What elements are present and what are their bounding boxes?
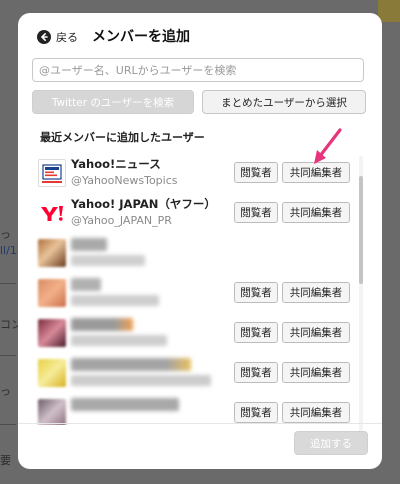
user-handle: @Yahoo_JAPAN_PR [71, 214, 172, 227]
redacted-name [71, 238, 107, 251]
user-search-input[interactable]: @ユーザー名、URLからユーザーを検索 [32, 58, 364, 82]
background-divider [0, 355, 16, 356]
dialog-title: メンバーを追加 [92, 29, 190, 45]
user-handle: @YahooNewsTopics [71, 174, 178, 187]
viewer-role-button[interactable]: 閲覧者 [234, 162, 278, 183]
editor-role-button[interactable]: 共同編集者 [282, 202, 350, 223]
list-item: Yahoo! JAPAN（ヤフー） @Yahoo_JAPAN_PR 閲覧者 共同… [18, 193, 382, 233]
editor-role-button[interactable]: 共同編集者 [282, 282, 350, 303]
viewer-role-button[interactable]: 閲覧者 [234, 322, 278, 343]
viewer-role-button[interactable]: 閲覧者 [234, 282, 278, 303]
redacted-name [71, 398, 179, 411]
redacted-name [71, 278, 101, 291]
avatar [38, 239, 66, 267]
avatar [38, 319, 66, 347]
yahoo-japan-logo-icon [41, 206, 63, 221]
background-divider [0, 283, 16, 284]
editor-role-button[interactable]: 共同編集者 [282, 362, 350, 383]
avatar [38, 399, 66, 425]
select-from-collection-button[interactable]: まとめたユーザーから選択 [202, 90, 366, 114]
list-item: 閲覧者 共同編集者 [18, 353, 382, 393]
pointer-arrow-icon [314, 128, 342, 164]
list-item: 閲覧者 共同編集者 [18, 273, 382, 313]
recent-members-heading: 最近メンバーに追加したユーザー [40, 131, 205, 144]
editor-role-button[interactable]: 共同編集者 [282, 402, 350, 423]
redacted-handle [71, 375, 211, 386]
list-scrollbar[interactable] [359, 156, 363, 440]
viewer-role-button[interactable]: 閲覧者 [234, 202, 278, 223]
redacted-name [71, 318, 133, 331]
editor-role-button[interactable]: 共同編集者 [282, 322, 350, 343]
redacted-handle [71, 255, 145, 266]
back-button[interactable]: 戻る [37, 29, 78, 45]
list-item: 閲覧者 共同編集者 [18, 393, 382, 425]
back-label: 戻る [56, 31, 78, 44]
redacted-handle [71, 335, 167, 346]
dialog-header: 戻る メンバーを追加 [18, 13, 382, 59]
scrollbar-thumb[interactable] [359, 176, 363, 284]
list-item: 閲覧者 共同編集者 [18, 313, 382, 353]
avatar [38, 359, 66, 387]
user-name: Yahoo!ニュース [71, 157, 161, 171]
twitter-user-search-button[interactable]: Twitter のユーザーを検索 [32, 90, 194, 114]
background-text: っ [0, 228, 11, 241]
viewer-role-button[interactable]: 閲覧者 [234, 362, 278, 383]
arrow-left-icon [37, 30, 51, 44]
viewer-role-button[interactable]: 閲覧者 [234, 402, 278, 423]
redacted-name [71, 358, 191, 371]
redacted-handle [71, 295, 159, 306]
yahoo-news-logo-icon [42, 164, 62, 183]
add-member-dialog: 戻る メンバーを追加 @ユーザー名、URLからユーザーを検索 Twitter の… [18, 13, 382, 469]
user-name: Yahoo! JAPAN（ヤフー） [71, 197, 216, 211]
background-text: 要 [0, 454, 11, 467]
avatar [38, 279, 66, 307]
list-item [18, 233, 382, 273]
footer-divider [18, 423, 382, 424]
avatar [38, 159, 66, 187]
search-button-row: Twitter のユーザーを検索 まとめたユーザーから選択 [32, 90, 366, 114]
add-button[interactable]: 追加する [294, 431, 368, 455]
background-divider [0, 424, 16, 425]
avatar [38, 199, 66, 227]
recent-user-list: Yahoo!ニュース @YahooNewsTopics 閲覧者 共同編集者 Ya… [18, 153, 382, 425]
background-text: っ [0, 385, 11, 398]
